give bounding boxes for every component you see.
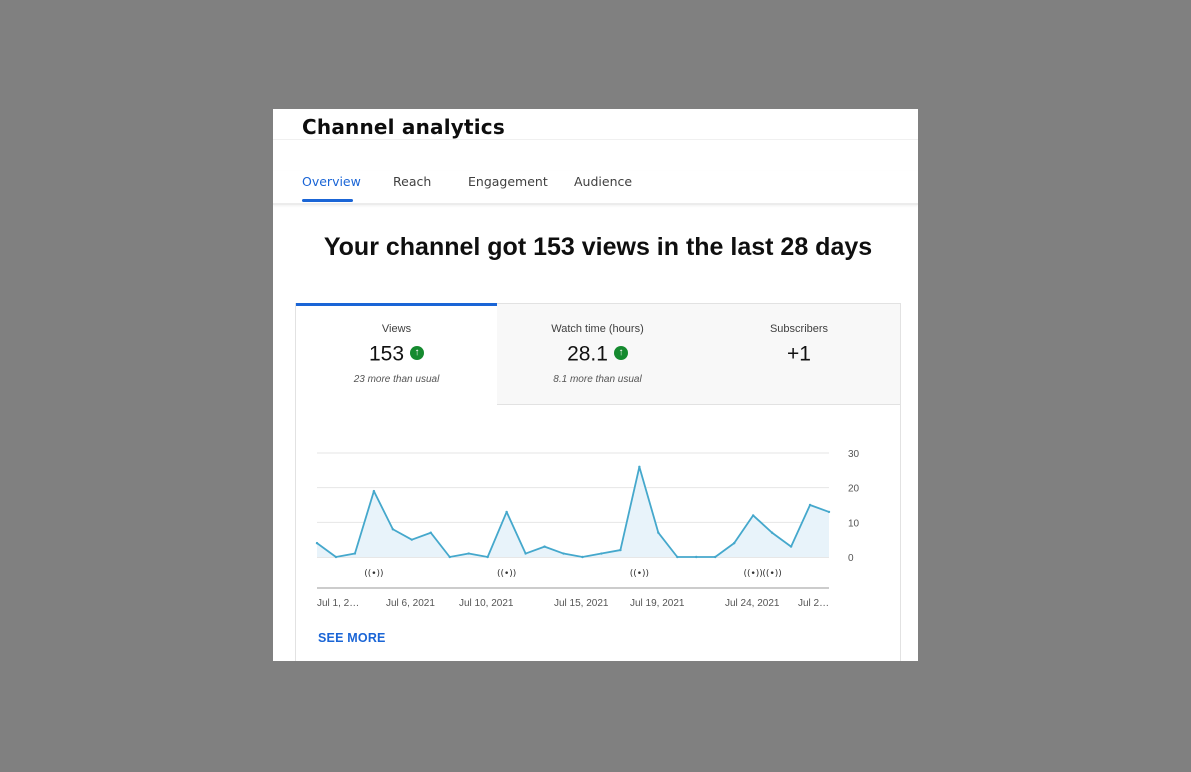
metric-value-text: 153 <box>368 342 405 366</box>
data-point <box>714 555 717 559</box>
active-metric-indicator <box>296 303 497 306</box>
data-point <box>600 552 603 555</box>
x-tick-label: Jul 15, 2021 <box>554 598 609 609</box>
metric-label: Subscribers <box>769 323 829 335</box>
x-tick-label: Jul 1, 2… <box>317 598 359 609</box>
data-point <box>353 552 357 555</box>
metric-label: Watch time (hours) <box>551 323 644 335</box>
metric-watch-time[interactable]: Watch time (hours) 28.1 ↑ 8.1 more than u… <box>497 304 699 405</box>
tab-bar: Overview Reach Engagement Audience <box>273 171 918 205</box>
x-tick-label: Jul 6, 2021 <box>386 598 435 609</box>
metric-comparison: 8.1 more than usual <box>553 374 642 385</box>
metric-value-text: +1 <box>787 342 811 366</box>
data-point <box>429 531 432 534</box>
data-point <box>638 465 641 469</box>
data-point <box>543 545 546 548</box>
metric-value: 153 ↑ <box>296 342 497 366</box>
metric-comparison: 23 more than usual <box>353 374 440 385</box>
metric-views[interactable]: Views 153 ↑ 23 more than usual <box>296 303 498 404</box>
metric-label: Views <box>381 323 412 335</box>
live-stream-icon: ((•)) <box>743 569 762 579</box>
live-stream-icon: ((•)) <box>630 569 649 579</box>
tab-engagement[interactable]: Engagement <box>468 174 548 189</box>
data-point <box>524 552 527 555</box>
arrow-up-icon: ↑ <box>410 346 425 361</box>
metrics-card: Views 153 ↑ 23 more than usual Watch time… <box>295 303 901 661</box>
data-point <box>315 541 319 545</box>
live-stream-icon: ((•)) <box>762 569 781 579</box>
y-tick-label: 20 <box>848 484 860 495</box>
metric-subscribers[interactable]: Subscribers +1 <box>698 304 900 405</box>
live-stream-icon: ((•)) <box>497 569 516 579</box>
y-tick-label: 0 <box>848 553 854 564</box>
y-tick-label: 30 <box>848 449 860 460</box>
arrow-up-icon: ↑ <box>613 346 628 361</box>
x-tick-label: Jul 2… <box>798 598 829 609</box>
tab-audience[interactable]: Audience <box>574 174 632 189</box>
data-point <box>619 548 622 552</box>
data-point <box>505 510 508 514</box>
title-bar: Channel analytics <box>273 109 918 140</box>
tab-reach[interactable]: Reach <box>393 174 431 189</box>
data-point <box>372 489 376 493</box>
data-point <box>562 552 565 555</box>
data-point <box>657 531 660 534</box>
data-point <box>581 555 584 559</box>
data-point <box>391 528 395 531</box>
active-tab-indicator <box>302 199 353 202</box>
live-stream-icon: ((•)) <box>364 569 383 579</box>
data-point <box>486 555 489 559</box>
data-point <box>808 503 812 507</box>
data-point <box>448 555 451 559</box>
data-point <box>334 555 338 559</box>
data-point <box>827 510 831 514</box>
metric-value-text: 28.1 <box>567 342 608 366</box>
x-tick-label: Jul 24, 2021 <box>725 598 780 609</box>
data-point <box>732 541 736 545</box>
x-tick-label: Jul 10, 2021 <box>459 598 514 609</box>
views-chart[interactable]: 0102030((•)) ((•)) ((•)) ((•)) ((•))Jul 1, 2… <box>296 414 900 624</box>
x-tick-label: Jul 19, 2021 <box>630 598 685 609</box>
data-point <box>467 552 470 555</box>
y-tick-label: 10 <box>848 518 860 529</box>
data-point <box>676 555 679 559</box>
data-point <box>695 555 698 559</box>
data-point <box>751 514 755 517</box>
tab-overview[interactable]: Overview <box>302 174 361 189</box>
see-more-link[interactable]: SEE MORE <box>318 631 386 645</box>
metric-value: 28.1 ↑ <box>497 342 698 366</box>
metric-value: +1 <box>698 342 900 366</box>
summary-headline: Your channel got 153 views in the last 2… <box>323 233 873 261</box>
data-point <box>789 545 793 548</box>
analytics-panel: Channel analytics Overview Reach Engagem… <box>273 109 918 661</box>
data-point <box>770 531 774 534</box>
series-area <box>317 466 829 557</box>
page-title: Channel analytics <box>302 115 505 139</box>
data-point <box>410 538 414 541</box>
